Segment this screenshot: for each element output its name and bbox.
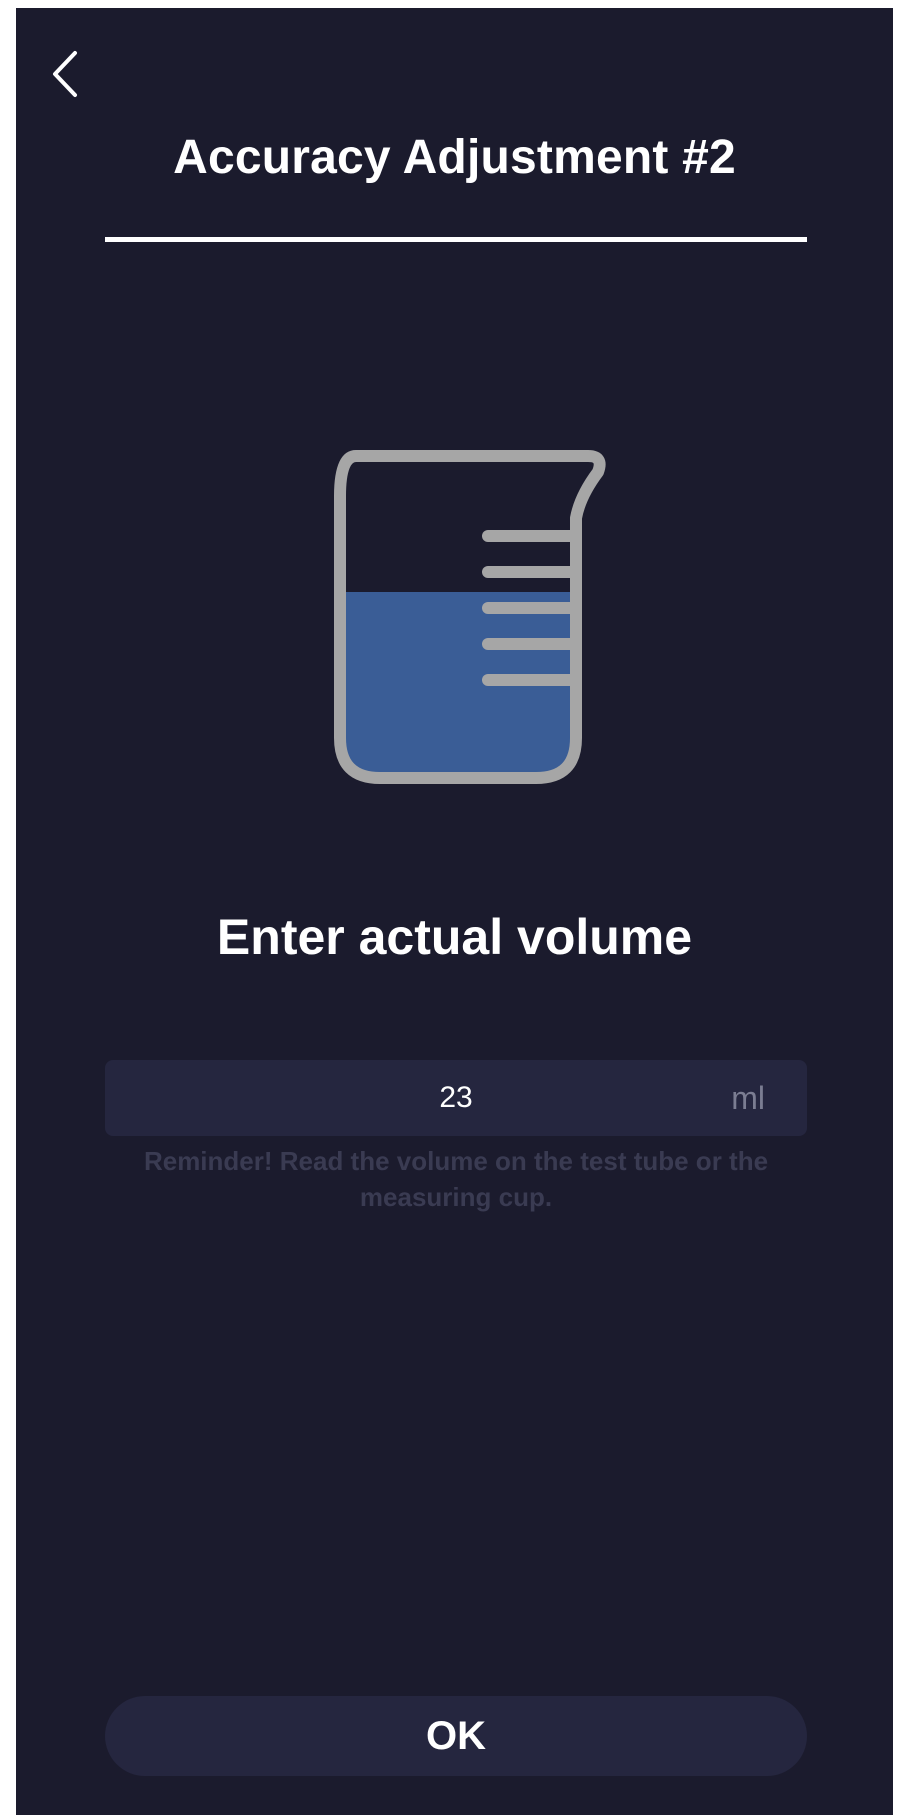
back-button[interactable] — [44, 44, 84, 104]
chevron-left-icon — [53, 51, 77, 97]
unit-label: ml — [731, 1080, 765, 1116]
volume-input[interactable]: 23 ml — [105, 1060, 807, 1136]
beaker-icon — [334, 450, 606, 784]
beaker-liquid — [340, 592, 576, 778]
ok-button[interactable]: OK — [105, 1696, 807, 1776]
title-underline — [105, 237, 807, 242]
volume-value[interactable]: 23 — [105, 1060, 807, 1136]
page-title: Accuracy Adjustment #2 — [173, 131, 736, 184]
volume-prompt: Enter actual volume — [216, 909, 693, 965]
app-screen: Accuracy Adjustment #2 Enter actual volu… — [16, 8, 893, 1815]
reminder-text: Reminder! Read the volume on the test tu… — [143, 1146, 769, 1212]
